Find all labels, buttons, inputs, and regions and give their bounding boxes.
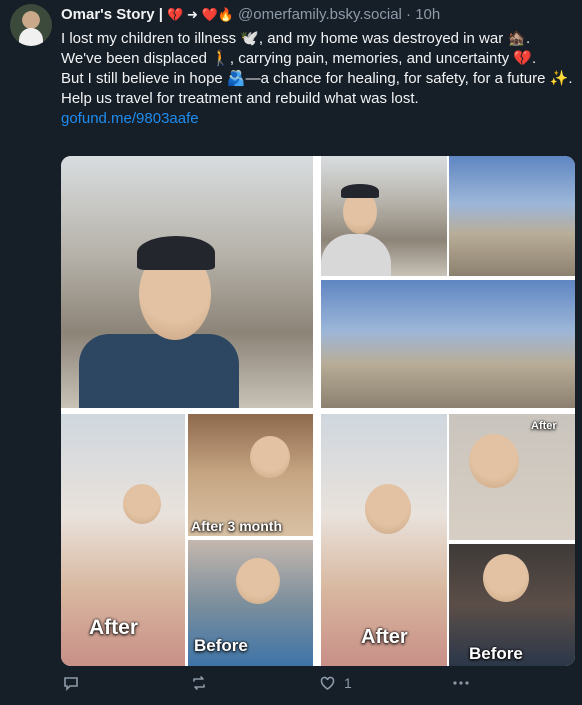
like-button[interactable]: 1 [319,675,352,691]
label-after-3-month: After 3 month [191,518,282,534]
fundraiser-link[interactable]: gofund.me/9803aafe [61,110,199,127]
post-line-4: Help us travel for treatment and rebuild… [61,90,419,107]
repost-button[interactable] [191,675,215,691]
photo-man-rubble[interactable] [61,156,313,408]
label-before-left: Before [194,636,248,655]
author-name[interactable]: Omar's Story | [61,6,163,23]
repost-icon [191,675,207,691]
photo-man-selfie[interactable] [321,156,447,276]
label-after-left: After [89,616,139,639]
post-body: I lost my children to illness 🕊️, and my… [61,29,573,129]
label-after-right-small: After [531,420,557,432]
image-grid[interactable]: After After 3 month Before After After B… [61,156,575,666]
label-after-right: After [361,626,408,648]
author-avatar[interactable] [10,4,52,46]
like-count: 1 [344,675,352,691]
post-line-2: We've been displaced 🚶, carrying pain, m… [61,50,537,67]
post-line-3: But I still believe in hope 🫂—a chance f… [61,70,573,87]
photo-ruined-house[interactable] [321,280,575,408]
post-timestamp[interactable]: · 10h [406,6,440,23]
more-options-icon [452,675,470,691]
label-before-right: Before [469,644,523,663]
post-line-1: I lost my children to illness 🕊️, and my… [61,30,531,47]
author-handle[interactable]: @omerfamily.bsky.social [238,6,402,23]
post-header: Omar's Story | 💔 ➜ ❤️🔥 @omerfamily.bsky.… [61,6,440,23]
more-options-button[interactable] [452,675,470,691]
reply-button[interactable] [63,675,87,691]
author-name-emojis: 💔 ➜ ❤️🔥 [167,7,234,22]
photo-baby-intubated[interactable] [449,414,575,540]
reply-icon [63,675,79,691]
photo-destroyed-building[interactable] [449,156,575,276]
heart-icon [319,675,336,691]
post-actions: 1 [61,672,572,698]
